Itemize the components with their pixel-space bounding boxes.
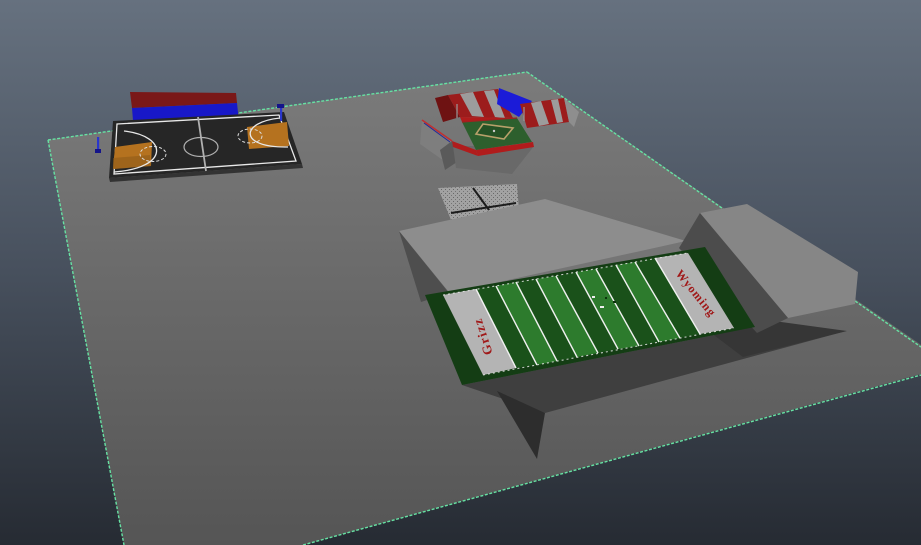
- viewport-canvas[interactable]: Grizz Wyoming: [0, 0, 921, 545]
